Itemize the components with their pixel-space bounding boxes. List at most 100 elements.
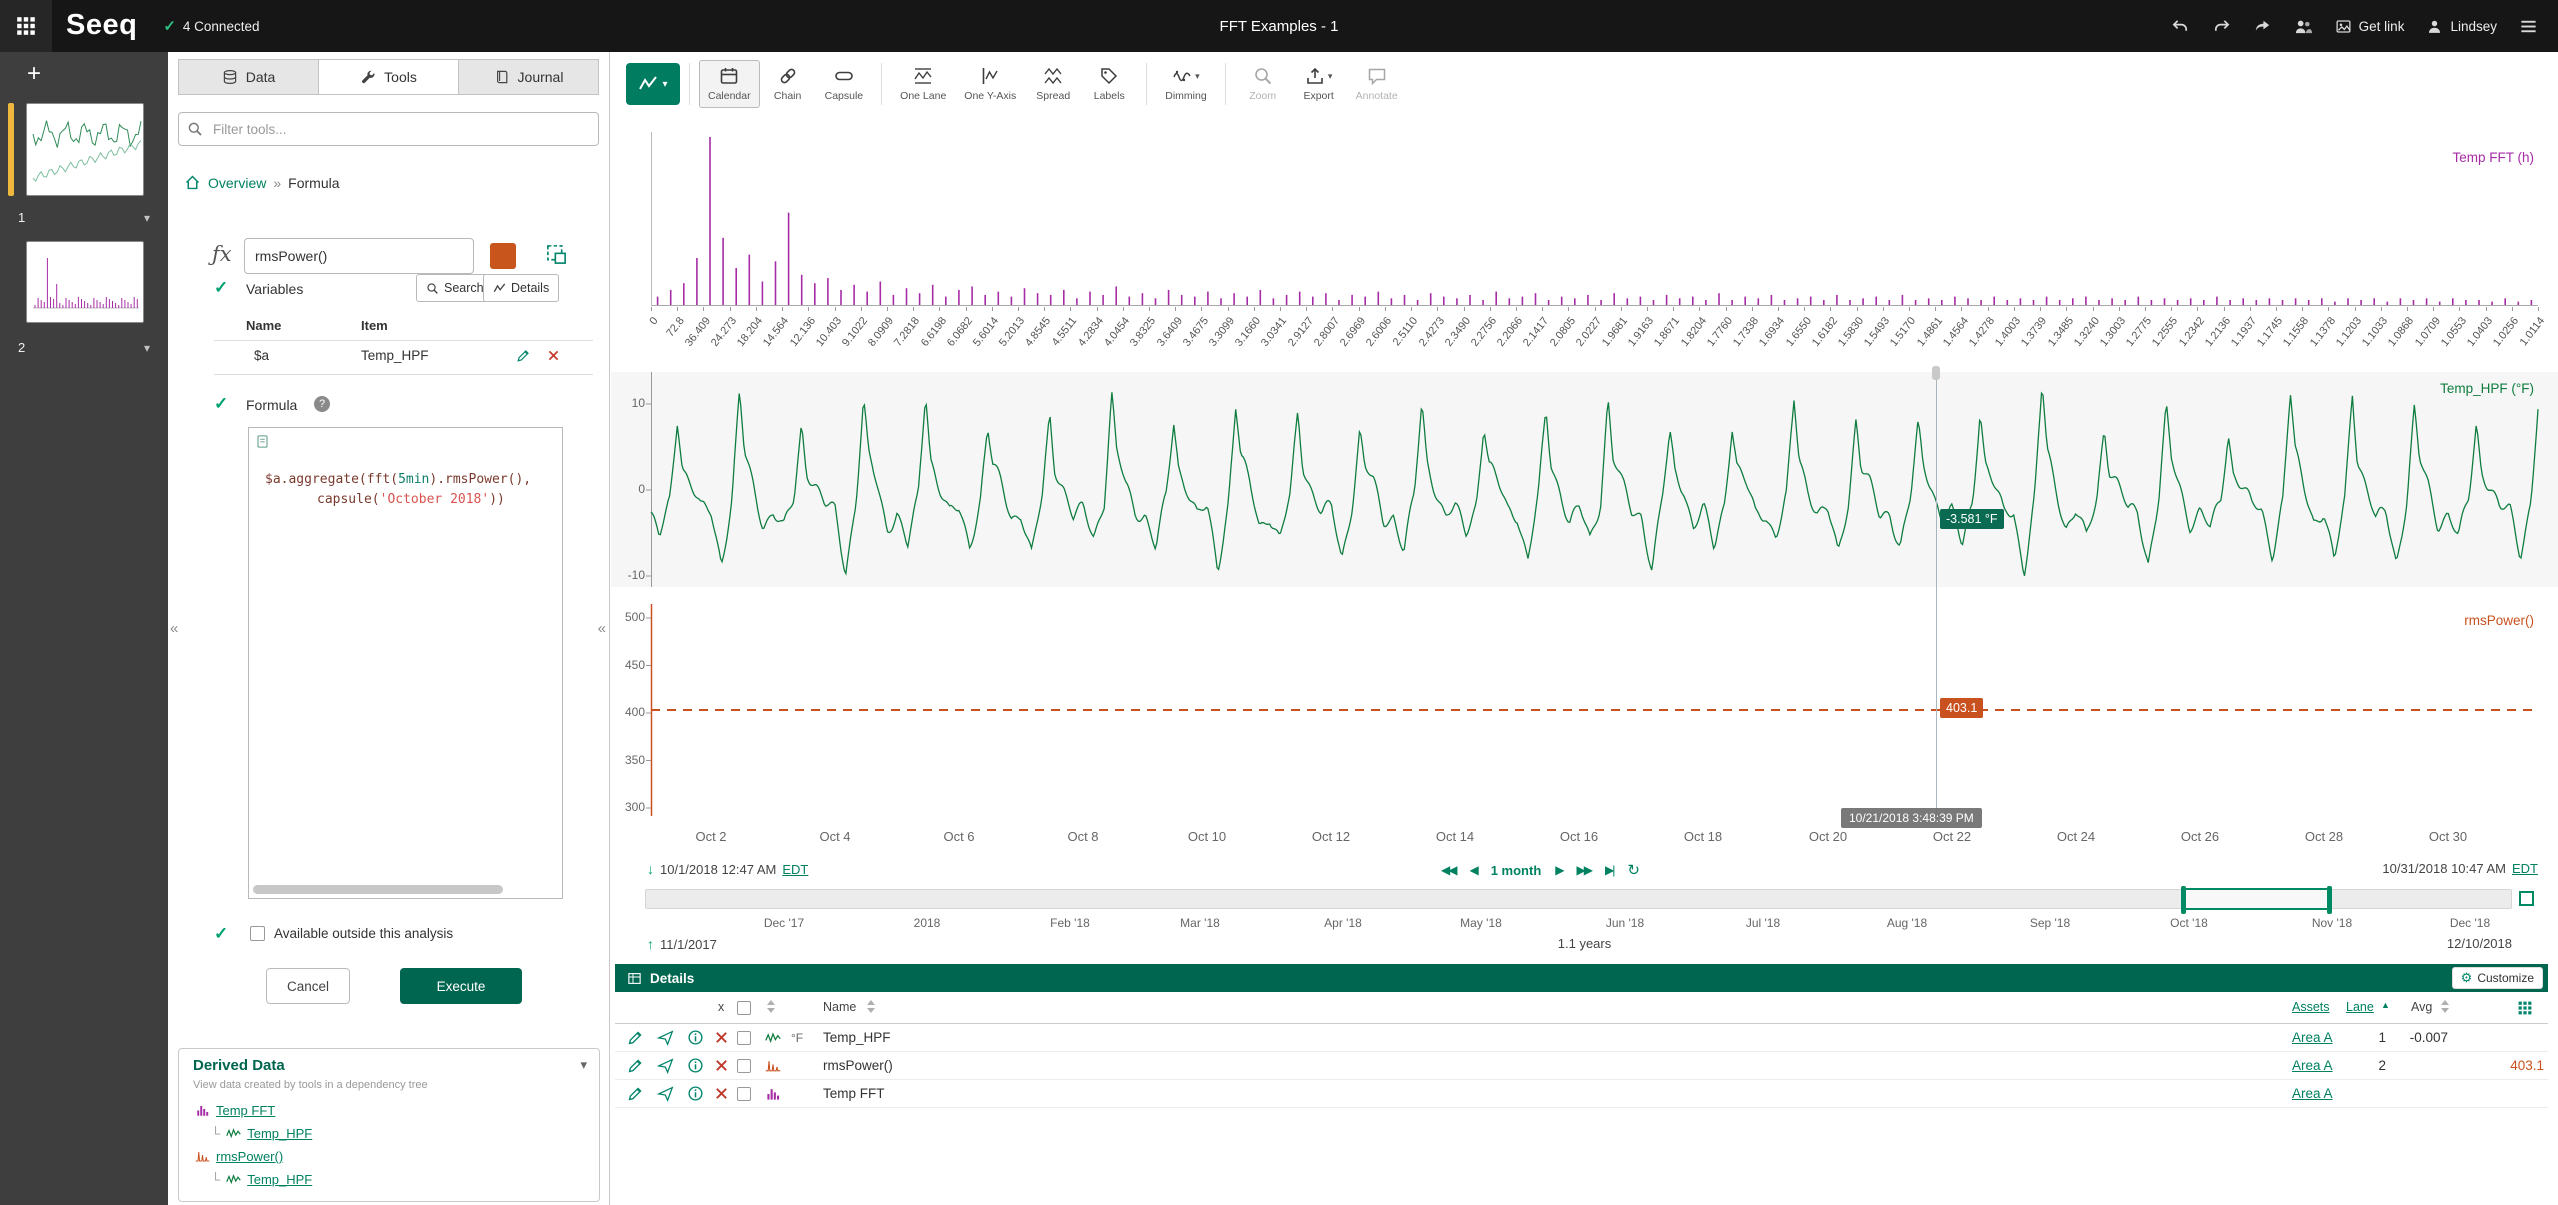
timeline-month-label[interactable]: Jun '18: [1595, 916, 1655, 930]
selection-left-handle[interactable]: [2181, 886, 2186, 914]
formula-code[interactable]: $a.aggregate(fft(5min).rmsPower(), capsul…: [265, 470, 558, 510]
hamburger-menu-button[interactable]: [2519, 17, 2538, 36]
display-range-end[interactable]: 10/31/2018 10:47 AM EDT: [2382, 861, 2538, 876]
row-checkbox[interactable]: [737, 1059, 751, 1073]
cancel-button[interactable]: Cancel: [266, 968, 350, 1004]
timeline-month-label[interactable]: Dec '17: [754, 916, 814, 930]
edit-item-icon[interactable]: [627, 1057, 644, 1074]
item-asset-link[interactable]: Area A: [2292, 1086, 2333, 1101]
collapse-panel-left-icon[interactable]: «: [170, 620, 178, 637]
column-header-remove[interactable]: x: [718, 1000, 724, 1014]
item-asset-link[interactable]: Area A: [2292, 1058, 2333, 1073]
timeline-month-label[interactable]: May '18: [1451, 916, 1511, 930]
timeline-month-label[interactable]: Sep '18: [2020, 916, 2080, 930]
investigate-end[interactable]: 12/10/2018: [2447, 936, 2512, 951]
breadcrumb-overview-link[interactable]: Overview: [208, 175, 266, 191]
toolbar-button-spread[interactable]: Spread: [1025, 60, 1081, 108]
variable-details-button[interactable]: Details: [483, 274, 560, 302]
toolbar-button-one-y-axis[interactable]: One Y-Axis: [955, 60, 1025, 108]
step-to-end-button[interactable]: ▶|: [1605, 863, 1615, 877]
chevron-down-icon[interactable]: ▾: [144, 211, 150, 225]
row-checkbox[interactable]: [737, 1031, 751, 1045]
get-link-button[interactable]: Get link: [2335, 18, 2404, 35]
seeq-logo[interactable]: Seeq: [66, 9, 137, 42]
send-item-icon[interactable]: [657, 1085, 674, 1102]
item-asset-link[interactable]: Area A: [2292, 1030, 2333, 1045]
home-icon[interactable]: [184, 174, 201, 191]
toolbar-button-calendar[interactable]: Calendar: [699, 60, 760, 108]
step-back-full-button[interactable]: ◀◀: [1441, 863, 1458, 877]
timeline-month-label[interactable]: 2018: [897, 916, 957, 930]
display-range-start[interactable]: ↓ 10/1/2018 12:47 AM EDT: [647, 861, 808, 877]
detach-panel-icon[interactable]: [545, 243, 568, 266]
timeline-month-label[interactable]: Apr '18: [1313, 916, 1373, 930]
connection-status[interactable]: ✓ 4 Connected: [163, 17, 259, 35]
undo-button[interactable]: [2171, 17, 2190, 36]
timeline-month-label[interactable]: Jul '18: [1733, 916, 1793, 930]
remove-variable-icon[interactable]: [546, 348, 561, 363]
edit-variable-icon[interactable]: [516, 348, 531, 363]
app-switcher-button[interactable]: [0, 0, 52, 52]
column-header-assets[interactable]: Assets: [2292, 1000, 2330, 1014]
toolbar-button-export[interactable]: ▾ Export: [1291, 60, 1347, 108]
column-header-avg[interactable]: Avg: [2411, 1000, 2432, 1014]
timeline-month-label[interactable]: Mar '18: [1170, 916, 1230, 930]
view-mode-dropdown[interactable]: ▾: [626, 63, 680, 105]
filter-tools-input[interactable]: [178, 112, 599, 146]
item-info-icon[interactable]: [687, 1057, 704, 1074]
step-forward-button[interactable]: ▶: [1555, 863, 1564, 877]
selection-right-handle[interactable]: [2327, 886, 2332, 914]
lane-fft[interactable]: Temp FFT (h): [611, 122, 2558, 307]
timeline-month-label[interactable]: Aug '18: [1877, 916, 1937, 930]
send-item-icon[interactable]: [657, 1057, 674, 1074]
formula-name-input[interactable]: [244, 238, 474, 274]
item-name[interactable]: rmsPower(): [823, 1058, 893, 1073]
collaborators-button[interactable]: [2294, 17, 2313, 36]
remove-item-icon[interactable]: [713, 1085, 730, 1102]
timeline-month-label[interactable]: Oct '18: [2159, 916, 2219, 930]
tab-data[interactable]: Data: [178, 59, 319, 95]
investigate-start[interactable]: ↑ 11/1/2017: [647, 936, 717, 952]
timeline-month-label[interactable]: Dec '18: [2440, 916, 2500, 930]
sort-icon[interactable]: [767, 1000, 775, 1013]
column-header-lane[interactable]: Lane: [2346, 1000, 2374, 1014]
derived-data-link[interactable]: rmsPower(): [216, 1149, 283, 1164]
range-duration-button[interactable]: 1 month: [1491, 863, 1542, 878]
toolbar-button-dimming[interactable]: ▾ Dimming: [1156, 60, 1215, 108]
timeline-month-label[interactable]: Nov '18: [2302, 916, 2362, 930]
variable-search-button[interactable]: Search: [416, 274, 494, 302]
refresh-icon[interactable]: ↻: [1627, 861, 1640, 879]
edit-item-icon[interactable]: [627, 1029, 644, 1046]
tab-tools[interactable]: Tools: [319, 59, 459, 95]
timeline-month-label[interactable]: Feb '18: [1040, 916, 1100, 930]
toolbar-button-capsule[interactable]: Capsule: [816, 60, 873, 108]
collapse-panel-right-icon[interactable]: «: [598, 620, 606, 637]
item-name[interactable]: Temp_HPF: [823, 1030, 891, 1045]
share-button[interactable]: [2253, 17, 2272, 36]
toolbar-button-chain[interactable]: Chain: [760, 60, 816, 108]
send-item-icon[interactable]: [657, 1029, 674, 1046]
available-outside-checkbox[interactable]: [250, 926, 265, 941]
select-all-checkbox[interactable]: [737, 1001, 751, 1015]
remove-item-icon[interactable]: [713, 1029, 730, 1046]
tab-journal[interactable]: Journal: [459, 59, 599, 95]
chevron-down-icon[interactable]: ▾: [144, 341, 150, 355]
lane-temp-hpf[interactable]: Temp_HPF (°F): [611, 372, 2558, 587]
column-chooser-icon[interactable]: [2517, 1000, 2533, 1016]
customize-button[interactable]: ⚙ Customize: [2451, 967, 2543, 989]
editor-horizontal-scrollbar[interactable]: [253, 885, 503, 894]
item-info-icon[interactable]: [687, 1085, 704, 1102]
edit-item-icon[interactable]: [627, 1085, 644, 1102]
column-header-name[interactable]: Name: [823, 1000, 856, 1014]
chevron-down-icon[interactable]: ▾: [580, 1057, 587, 1073]
chart-cursor-line[interactable]: [1936, 372, 1937, 816]
worksheet-thumbnail-2[interactable]: [26, 241, 144, 323]
derived-data-link[interactable]: Temp FFT: [216, 1103, 275, 1118]
timeline-selection[interactable]: [2181, 886, 2332, 914]
item-name[interactable]: Temp FFT: [823, 1086, 885, 1101]
worksheet-thumbnail-1[interactable]: [26, 103, 144, 196]
step-forward-full-button[interactable]: ▶▶: [1577, 863, 1594, 877]
range-start-timezone-link[interactable]: EDT: [782, 862, 808, 877]
derived-data-link[interactable]: Temp_HPF: [247, 1126, 312, 1141]
execute-button[interactable]: Execute: [400, 968, 522, 1004]
